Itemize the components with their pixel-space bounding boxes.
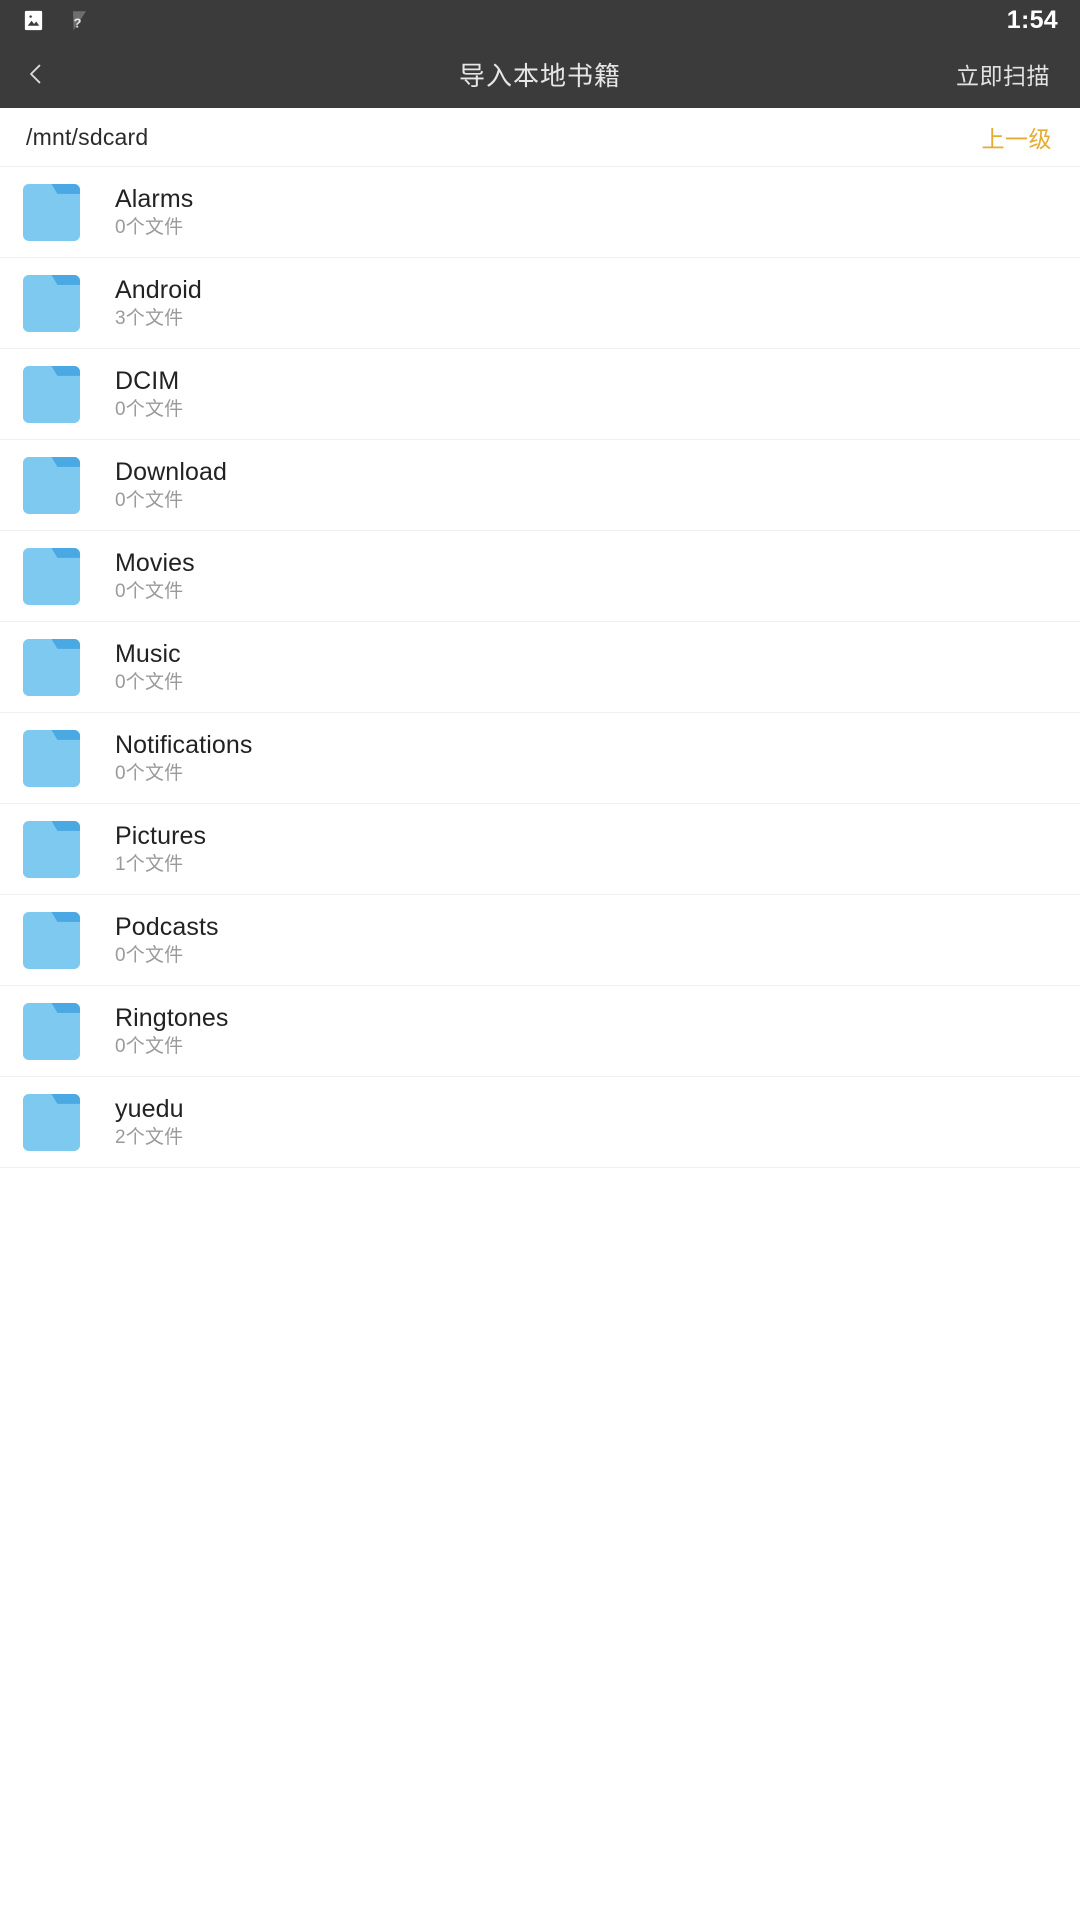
folder-name: DCIM — [115, 366, 180, 395]
scan-now-button[interactable]: 立即扫描 — [952, 49, 1054, 99]
up-one-level-button[interactable]: 上一级 — [980, 114, 1055, 160]
folder-row[interactable]: Podcasts 0个文件 — [0, 895, 1080, 986]
back-button[interactable] — [0, 40, 72, 108]
folder-row[interactable]: Music 0个文件 — [0, 622, 1080, 713]
folder-text-block: DCIM 0个文件 — [115, 368, 183, 420]
folder-file-count: 0个文件 — [115, 581, 184, 603]
folder-row[interactable]: Ringtones 0个文件 — [0, 986, 1080, 1077]
status-bar-right: 1:54 — [1006, 5, 1058, 34]
folder-row[interactable]: Download 0个文件 — [0, 440, 1080, 531]
folder-row[interactable]: Alarms 0个文件 — [0, 167, 1080, 258]
folder-icon — [22, 365, 81, 424]
folder-name: Download — [115, 457, 227, 486]
folder-icon — [22, 820, 81, 879]
folder-row[interactable]: yuedu 2个文件 — [0, 1077, 1080, 1168]
current-path: /mnt/sdcard — [26, 123, 149, 150]
folder-icon — [22, 274, 81, 333]
folder-text-block: Download 0个文件 — [115, 459, 227, 511]
folder-file-count: 0个文件 — [115, 399, 184, 421]
folder-icon — [22, 183, 81, 242]
photo-icon — [22, 9, 45, 32]
status-bar-icons: ? — [22, 9, 87, 32]
folder-name: Pictures — [115, 821, 207, 850]
folder-row[interactable]: DCIM 0个文件 — [0, 349, 1080, 440]
folder-file-count: 0个文件 — [115, 217, 184, 239]
folder-list[interactable]: Alarms 0个文件 Android 3个文件 DCIM 0个文件 Downl… — [0, 167, 1080, 1920]
wifi-unknown-icon: ? — [59, 9, 87, 32]
folder-icon — [22, 547, 81, 606]
folder-text-block: Pictures 1个文件 — [115, 823, 206, 875]
folder-row[interactable]: Pictures 1个文件 — [0, 804, 1080, 895]
folder-name: Notifications — [115, 730, 253, 759]
folder-name: Podcasts — [115, 912, 219, 941]
folder-icon — [22, 638, 81, 697]
folder-file-count: 3个文件 — [115, 308, 184, 330]
folder-file-count: 0个文件 — [115, 1036, 184, 1058]
folder-text-block: Music 0个文件 — [115, 641, 183, 693]
svg-text:?: ? — [74, 15, 82, 30]
folder-file-count: 0个文件 — [115, 945, 184, 967]
folder-text-block: Ringtones 0个文件 — [115, 1005, 228, 1057]
folder-text-block: Podcasts 0个文件 — [115, 914, 219, 966]
folder-icon — [22, 1093, 81, 1152]
folder-icon — [22, 456, 81, 515]
folder-text-block: Movies 0个文件 — [115, 550, 195, 602]
folder-name: yuedu — [115, 1094, 184, 1123]
folder-file-count: 0个文件 — [115, 672, 184, 694]
folder-name: Android — [115, 275, 202, 304]
folder-text-block: yuedu 2个文件 — [115, 1096, 184, 1148]
folder-file-count: 2个文件 — [115, 1127, 184, 1149]
folder-name: Ringtones — [115, 1003, 229, 1032]
folder-text-block: Alarms 0个文件 — [115, 186, 193, 238]
page-title: 导入本地书籍 — [458, 60, 621, 91]
folder-text-block: Notifications 0个文件 — [115, 732, 252, 784]
folder-name: Alarms — [115, 184, 194, 213]
folder-icon — [22, 1002, 81, 1061]
folder-row[interactable]: Notifications 0个文件 — [0, 713, 1080, 804]
folder-text-block: Android 3个文件 — [115, 277, 202, 329]
chevron-left-icon — [23, 61, 49, 87]
status-clock: 1:54 — [1006, 5, 1058, 34]
folder-file-count: 0个文件 — [115, 763, 184, 785]
folder-icon — [22, 729, 81, 788]
folder-file-count: 1个文件 — [115, 854, 184, 876]
path-bar: /mnt/sdcard 上一级 — [0, 108, 1080, 167]
folder-file-count: 0个文件 — [115, 490, 184, 512]
status-bar: ? 1:54 — [0, 0, 1080, 40]
folder-name: Music — [115, 639, 181, 668]
folder-row[interactable]: Android 3个文件 — [0, 258, 1080, 349]
folder-row[interactable]: Movies 0个文件 — [0, 531, 1080, 622]
folder-icon — [22, 911, 81, 970]
folder-name: Movies — [115, 548, 195, 577]
app-screen: ? 1:54 导入本地书籍 立即扫描 /mnt/sdcard 上一级 Alarm… — [0, 0, 1080, 1920]
app-bar: 导入本地书籍 立即扫描 — [0, 40, 1080, 108]
